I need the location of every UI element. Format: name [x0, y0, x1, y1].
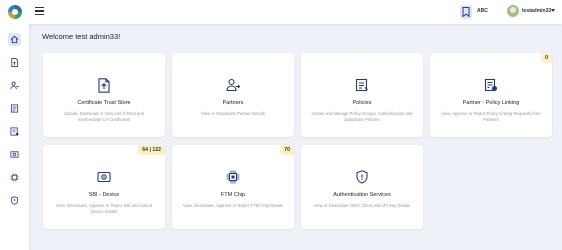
bookmark-icon[interactable] — [460, 5, 472, 19]
partners-icon — [225, 77, 241, 93]
partners-icon — [10, 81, 19, 90]
card-partner-policy-linking[interactable]: 0 Partner - Policy Linking View, Approve… — [430, 53, 552, 137]
card-sbi-device[interactable]: 64 | 122 SBI - Device View, Deactivate, … — [43, 145, 165, 229]
username-label[interactable]: testadmin33 — [522, 8, 551, 14]
card-certificate-trust-store[interactable]: Certificate Trust Store Upload, Download… — [43, 53, 165, 137]
avatar[interactable] — [507, 5, 519, 17]
card-policies[interactable]: Policies Create and Manage Policy Groups… — [301, 53, 423, 137]
policies-icon — [10, 104, 19, 113]
card-title: Partner - Policy Linking — [462, 100, 520, 106]
sidebar-item-partners[interactable] — [8, 79, 21, 92]
card-description: View or Deactivate OIDC Client and API K… — [313, 203, 411, 208]
top-bar: ABC testadmin33 — [0, 0, 562, 24]
sidebar-item-sbi-device[interactable] — [8, 148, 21, 161]
sidebar-item-authentication-services[interactable] — [8, 194, 21, 207]
card-description: View or Deactivate Partner Details — [201, 111, 265, 116]
card-ftm-chip[interactable]: 70 FTM Chip View, Deactivate, Approve or… — [172, 145, 294, 229]
card-title: FTM Chip — [220, 192, 246, 198]
certificate-upload-icon — [96, 77, 112, 93]
card-description: View, Approve or Reject Policy Linking R… — [441, 111, 541, 122]
card-description: View, Deactivate, Approve or Reject SBI … — [55, 203, 153, 214]
home-icon — [10, 35, 19, 44]
card-title: Policies — [352, 100, 372, 106]
sbi-device-icon — [10, 151, 19, 158]
ftm-chip-icon — [225, 169, 241, 185]
page-title: Welcome test admin33! — [42, 32, 121, 41]
policies-icon — [354, 77, 370, 93]
ftm-chip-icon — [10, 173, 19, 182]
chevron-down-icon[interactable] — [551, 9, 555, 12]
card-authentication-services[interactable]: Authentication Services View or Deactiva… — [301, 145, 423, 229]
policy-linking-icon — [483, 77, 499, 93]
logo-icon[interactable] — [8, 5, 22, 19]
card-title: SBI - Device — [88, 192, 120, 198]
card-title: Certificate Trust Store — [77, 100, 131, 106]
card-title: Partners — [222, 100, 244, 106]
hamburger-menu-icon[interactable] — [35, 7, 44, 15]
sidebar — [0, 24, 29, 250]
card-title: Authentication Services — [333, 192, 391, 198]
certificate-icon — [11, 58, 19, 67]
status-badge: 70 — [280, 145, 294, 155]
authentication-shield-icon — [354, 169, 370, 185]
policy-linking-icon — [10, 127, 19, 136]
card-partners[interactable]: Partners View or Deactivate Partner Deta… — [172, 53, 294, 137]
status-badge: 64 | 122 — [138, 145, 165, 155]
authentication-services-icon — [10, 196, 19, 205]
sidebar-item-certificate[interactable] — [8, 56, 21, 69]
card-description: View, Deactivate, Approve or Reject FTM … — [183, 203, 283, 208]
org-label: ABC — [477, 8, 488, 14]
sidebar-item-home[interactable] — [8, 33, 21, 46]
card-description: Create and Manage Policy Groups, Authent… — [311, 111, 413, 122]
sidebar-item-policies[interactable] — [8, 102, 21, 115]
card-description: Upload, Download or View List of Root an… — [64, 111, 144, 122]
status-badge: 0 — [541, 53, 552, 63]
sbi-device-icon — [96, 169, 112, 185]
sidebar-item-ftm-chip[interactable] — [8, 171, 21, 184]
sidebar-item-policy-linking[interactable] — [8, 125, 21, 138]
